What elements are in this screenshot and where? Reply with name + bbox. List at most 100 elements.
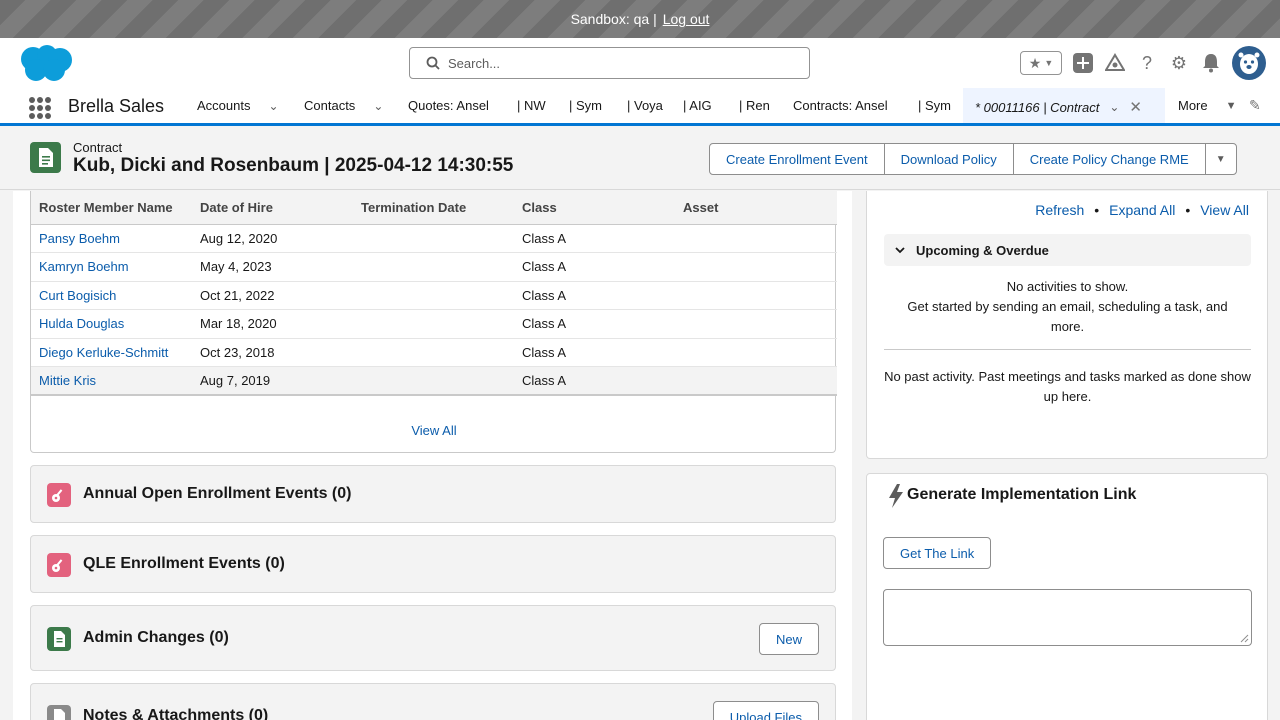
new-admin-change-button[interactable]: New bbox=[758, 623, 819, 655]
roster-member-link[interactable]: Pansy Boehm bbox=[39, 231, 120, 246]
search-placeholder: Search... bbox=[448, 55, 501, 71]
related-list-title[interactable]: Admin Changes (0) bbox=[83, 629, 229, 647]
asset-cell bbox=[675, 309, 837, 339]
trailhead-icon[interactable] bbox=[1104, 52, 1126, 74]
bell-icon[interactable] bbox=[1200, 52, 1222, 74]
global-header: Search... ★ ▼ ? ⚙ bbox=[0, 38, 1280, 88]
more-actions-button[interactable]: ▼ bbox=[1204, 143, 1237, 175]
termination-date bbox=[353, 366, 514, 396]
nav-item-ren[interactable]: | Ren bbox=[739, 88, 770, 123]
nav-item-sym[interactable]: | Sym bbox=[569, 88, 602, 123]
column-header[interactable]: Date of Hire bbox=[192, 191, 353, 225]
nav-label: Contracts: Ansel bbox=[793, 98, 888, 113]
global-create-icon[interactable] bbox=[1072, 52, 1094, 74]
date-of-hire: Oct 23, 2018 bbox=[192, 338, 353, 367]
caret-down-icon: ▼ bbox=[1215, 153, 1226, 165]
related-list-title[interactable]: Notes & Attachments (0) bbox=[83, 707, 268, 720]
related-list-title[interactable]: QLE Enrollment Events (0) bbox=[83, 555, 285, 573]
date-of-hire: Oct 21, 2022 bbox=[192, 281, 353, 310]
global-search[interactable]: Search... bbox=[409, 47, 810, 79]
termination-date bbox=[353, 281, 514, 310]
nav-label: More bbox=[1178, 98, 1208, 113]
expand-all-link[interactable]: Expand All bbox=[1109, 202, 1175, 218]
upcoming-overdue-section[interactable]: Upcoming & Overdue bbox=[884, 234, 1251, 266]
nav-item-voya[interactable]: | Voya bbox=[627, 88, 663, 123]
tab-active-contract[interactable]: * 00011166 | Contract ⌄ ✕ bbox=[963, 88, 1165, 123]
activity-links: Refresh • Expand All • View All bbox=[1035, 202, 1249, 218]
asset-cell bbox=[675, 224, 837, 253]
roster-member-link[interactable]: Kamryn Boehm bbox=[39, 259, 129, 274]
refresh-link[interactable]: Refresh bbox=[1035, 202, 1084, 218]
roster-member-link[interactable]: Curt Bogisich bbox=[39, 288, 116, 303]
date-of-hire: Mar 18, 2020 bbox=[192, 309, 353, 339]
notes-attachments-card: Notes & Attachments (0) Upload Files bbox=[30, 683, 836, 720]
roster-member-link[interactable]: Mittie Kris bbox=[39, 373, 96, 388]
nav-label: | NW bbox=[517, 98, 546, 113]
asset-cell bbox=[675, 366, 837, 396]
activity-view-all-link[interactable]: View All bbox=[1200, 202, 1249, 218]
logout-link[interactable]: Log out bbox=[663, 11, 710, 27]
column-header[interactable]: Termination Date bbox=[353, 191, 514, 225]
side-column: Refresh • Expand All • View All Upcoming… bbox=[866, 191, 1268, 720]
nav-item-contracts-ansel[interactable]: Contracts: Ansel bbox=[793, 88, 888, 123]
chevron-down-icon bbox=[895, 247, 905, 254]
termination-date bbox=[353, 224, 514, 253]
nav-label: Accounts bbox=[197, 98, 251, 113]
get-the-link-button[interactable]: Get The Link bbox=[883, 537, 992, 569]
download-policy-button[interactable]: Download Policy bbox=[883, 143, 1014, 175]
no-activities-text: No activities to show. bbox=[1006, 279, 1129, 294]
guitar-icon bbox=[47, 553, 71, 577]
roster-member-link[interactable]: Diego Kerluke-Schmitt bbox=[39, 345, 168, 360]
nav-item-contacts[interactable]: Contacts ⌄ bbox=[304, 88, 383, 123]
column-header[interactable]: Roster Member Name bbox=[31, 191, 192, 225]
nav-item-quotes-ansel[interactable]: Quotes: Ansel bbox=[408, 88, 489, 123]
column-header[interactable]: Asset bbox=[675, 191, 837, 225]
date-of-hire: Aug 7, 2019 bbox=[192, 366, 353, 396]
nav-item-accounts[interactable]: Accounts ⌄ bbox=[197, 88, 279, 123]
upload-files-button[interactable]: Upload Files bbox=[712, 701, 819, 720]
favorites-button[interactable]: ★ ▼ bbox=[1020, 51, 1062, 75]
nav-label: | Sym bbox=[569, 98, 602, 113]
chevron-down-icon[interactable]: ⌄ bbox=[1109, 100, 1119, 114]
document-icon bbox=[47, 627, 71, 651]
close-icon[interactable]: ✕ bbox=[1129, 98, 1142, 116]
contract-icon bbox=[30, 142, 61, 173]
link-output-textarea[interactable] bbox=[883, 589, 1252, 646]
nav-item-aig[interactable]: | AIG bbox=[683, 88, 712, 123]
column-header[interactable]: Class bbox=[514, 191, 675, 225]
edit-nav-icon[interactable]: ✎ bbox=[1249, 88, 1261, 123]
search-icon bbox=[426, 56, 440, 70]
create-policy-change-rme-button[interactable]: Create Policy Change RME bbox=[1012, 143, 1206, 175]
divider bbox=[884, 349, 1251, 350]
tab-label: * 00011166 | Contract bbox=[975, 99, 1100, 115]
record-title: Kub, Dicki and Rosenbaum | 2025-04-12 14… bbox=[73, 155, 514, 176]
roster-card: Roster Member Name Date of Hire Terminat… bbox=[30, 191, 837, 453]
help-icon[interactable]: ? bbox=[1136, 52, 1158, 74]
sandbox-banner: Sandbox: qa | Log out bbox=[0, 0, 1280, 38]
user-avatar[interactable] bbox=[1232, 46, 1266, 80]
nav-item-nw[interactable]: | NW bbox=[517, 88, 546, 123]
activity-card: Refresh • Expand All • View All Upcoming… bbox=[866, 191, 1268, 459]
related-list-title[interactable]: Annual Open Enrollment Events (0) bbox=[83, 485, 351, 503]
nav-label: | Ren bbox=[739, 98, 770, 113]
nav-item-sym-2[interactable]: | Sym bbox=[918, 88, 951, 123]
roster-view-all-link[interactable]: View All bbox=[31, 423, 837, 438]
roster-member-link[interactable]: Hulda Douglas bbox=[39, 316, 124, 331]
gear-icon[interactable]: ⚙ bbox=[1168, 52, 1190, 74]
record-actions: Create Enrollment Event Download Policy … bbox=[709, 143, 1237, 175]
salesforce-cloud-logo[interactable] bbox=[16, 44, 74, 82]
chevron-down-icon[interactable]: ⌄ bbox=[268, 99, 278, 113]
table-row: Pansy Boehm Aug 12, 2020 Class A bbox=[31, 224, 837, 253]
create-enrollment-event-button[interactable]: Create Enrollment Event bbox=[709, 143, 885, 175]
resize-grip-icon[interactable] bbox=[1239, 633, 1249, 643]
nav-label: | AIG bbox=[683, 98, 712, 113]
sandbox-label: Sandbox: qa | bbox=[570, 11, 657, 27]
nav-more[interactable]: More ▼ bbox=[1178, 88, 1237, 123]
date-of-hire: Aug 12, 2020 bbox=[192, 224, 353, 253]
app-nav-bar: Brella Sales Accounts ⌄ Contacts ⌄ Quote… bbox=[0, 88, 1280, 126]
lightning-icon bbox=[889, 484, 903, 508]
asset-cell bbox=[675, 281, 837, 310]
nav-label: Quotes: Ansel bbox=[408, 98, 489, 113]
app-launcher-icon[interactable] bbox=[29, 97, 51, 119]
chevron-down-icon[interactable]: ⌄ bbox=[373, 99, 383, 113]
